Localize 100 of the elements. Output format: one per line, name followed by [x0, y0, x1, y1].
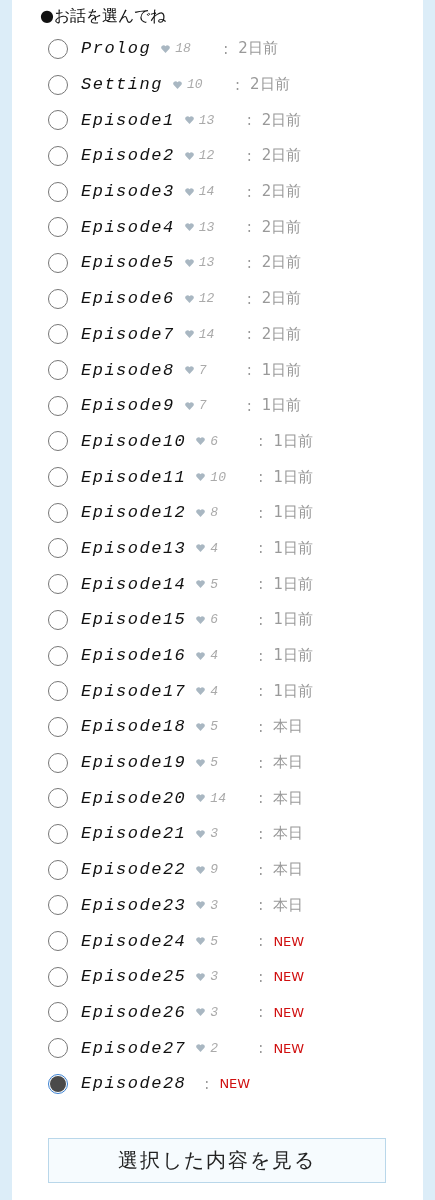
colon-separator: : — [258, 932, 264, 951]
colon-separator: : — [258, 717, 264, 736]
episode-title[interactable]: Episode2 — [81, 146, 175, 166]
episode-title[interactable]: Episode9 — [81, 396, 175, 416]
heart-icon — [196, 615, 206, 624]
like-count: 12 — [198, 291, 216, 307]
episode-title[interactable]: Episode20 — [81, 788, 187, 808]
colon-separator: : — [246, 146, 252, 165]
heart-icon — [184, 330, 194, 339]
posted-time: 2日前 — [261, 110, 302, 130]
episode-title[interactable]: Setting — [81, 75, 163, 95]
like-count: 14 — [210, 790, 227, 806]
like-count: 13 — [198, 112, 216, 128]
episode-title[interactable]: Episode13 — [81, 538, 187, 558]
posted-time: 2日前 — [261, 217, 302, 237]
episode-title[interactable]: Episode23 — [81, 895, 187, 915]
posted-time: 2日前 — [261, 253, 302, 273]
like-count: 5 — [210, 933, 220, 949]
like-count: 7 — [198, 362, 208, 378]
posted-time: 本日 — [273, 824, 304, 844]
colon-separator: : — [258, 753, 264, 772]
episode-title[interactable]: Episode3 — [81, 182, 175, 202]
posted-time: 2日前 — [261, 182, 302, 202]
episode-title[interactable]: Episode10 — [81, 431, 187, 451]
colon-separator: : — [258, 468, 264, 487]
heart-icon — [196, 687, 206, 696]
posted-time: 2日前 — [261, 289, 302, 309]
posted-time: 1日前 — [261, 396, 302, 416]
episode-title[interactable]: Episode17 — [81, 681, 187, 701]
posted-time: 本日 — [273, 788, 304, 808]
colon-separator: : — [258, 682, 264, 701]
episode-title[interactable]: Episode22 — [81, 860, 187, 880]
episode-title[interactable]: Episode16 — [81, 646, 187, 666]
like-count: 14 — [198, 326, 216, 342]
episode-title[interactable]: Episode5 — [81, 253, 175, 273]
episode-title[interactable]: Prolog — [81, 39, 152, 59]
colon-separator: : — [246, 289, 252, 308]
episode-title[interactable]: Episode4 — [81, 217, 175, 237]
posted-time: 1日前 — [273, 538, 313, 558]
heart-icon — [196, 580, 206, 589]
like-count: 7 — [198, 398, 208, 414]
episode-title[interactable]: Episode19 — [81, 753, 187, 773]
colon-separator: : — [246, 361, 252, 380]
episode-title[interactable]: Episode27 — [81, 1038, 187, 1058]
posted-time: 2日前 — [238, 39, 278, 59]
colon-separator: : — [258, 1039, 264, 1058]
episode-title[interactable]: Episode21 — [81, 824, 187, 844]
posted-time: 本日 — [273, 860, 304, 880]
posted-time: 本日 — [273, 717, 304, 737]
posted-time: 1日前 — [273, 574, 313, 594]
posted-time: NEW — [273, 1040, 305, 1056]
posted-time: 2日前 — [261, 146, 302, 166]
episode-title[interactable]: Episode14 — [81, 574, 187, 594]
colon-separator: : — [258, 896, 264, 915]
like-count: 2 — [210, 1040, 220, 1056]
colon-separator: : — [246, 111, 252, 130]
posted-time: NEW — [273, 969, 305, 985]
like-count: 10 — [210, 469, 227, 485]
episode-title[interactable]: Episode26 — [81, 1002, 187, 1022]
episode-title[interactable]: Episode1 — [81, 110, 175, 130]
posted-time: 1日前 — [273, 467, 313, 487]
heart-icon — [172, 80, 182, 89]
like-count: 4 — [210, 683, 220, 699]
episode-title[interactable]: Episode24 — [81, 931, 187, 951]
episode-title[interactable]: Episode6 — [81, 289, 175, 309]
episode-title[interactable]: Episode25 — [81, 967, 187, 987]
heart-icon — [196, 473, 206, 482]
radio-button[interactable] — [48, 1002, 68, 1023]
episode-title[interactable]: Episode8 — [81, 360, 175, 380]
like-count: 6 — [210, 612, 220, 628]
heart-icon — [184, 151, 194, 160]
heart-icon — [196, 937, 206, 946]
episode-title[interactable]: Episode15 — [81, 610, 187, 630]
colon-separator: : — [246, 396, 252, 415]
posted-time: 1日前 — [273, 681, 313, 701]
colon-separator: : — [258, 610, 264, 629]
posted-time: NEW — [219, 1076, 251, 1092]
heart-icon — [184, 187, 194, 196]
posted-time: 1日前 — [273, 503, 313, 523]
episode-title[interactable]: Episode28 — [81, 1074, 187, 1094]
like-count: 8 — [210, 505, 220, 521]
posted-time: 2日前 — [261, 324, 302, 344]
like-count: 18 — [175, 41, 192, 57]
colon-separator: : — [258, 824, 264, 843]
heart-icon — [196, 829, 206, 838]
like-count: 4 — [210, 648, 220, 664]
like-count: 6 — [210, 433, 220, 449]
colon-separator: : — [258, 432, 264, 451]
episode-title[interactable]: Episode18 — [81, 717, 187, 737]
posted-time: 1日前 — [261, 360, 302, 380]
episode-title[interactable]: Episode11 — [81, 467, 187, 487]
colon-separator: : — [258, 789, 264, 808]
episode-title[interactable]: Episode7 — [81, 324, 175, 344]
posted-time: 本日 — [273, 753, 304, 773]
view-selected-button[interactable]: 選択した内容を見る — [48, 1137, 386, 1183]
colon-separator: : — [258, 967, 264, 986]
heart-icon — [184, 223, 194, 232]
colon-separator: : — [223, 39, 229, 58]
posted-time: 1日前 — [273, 431, 313, 451]
episode-title[interactable]: Episode12 — [81, 503, 187, 523]
